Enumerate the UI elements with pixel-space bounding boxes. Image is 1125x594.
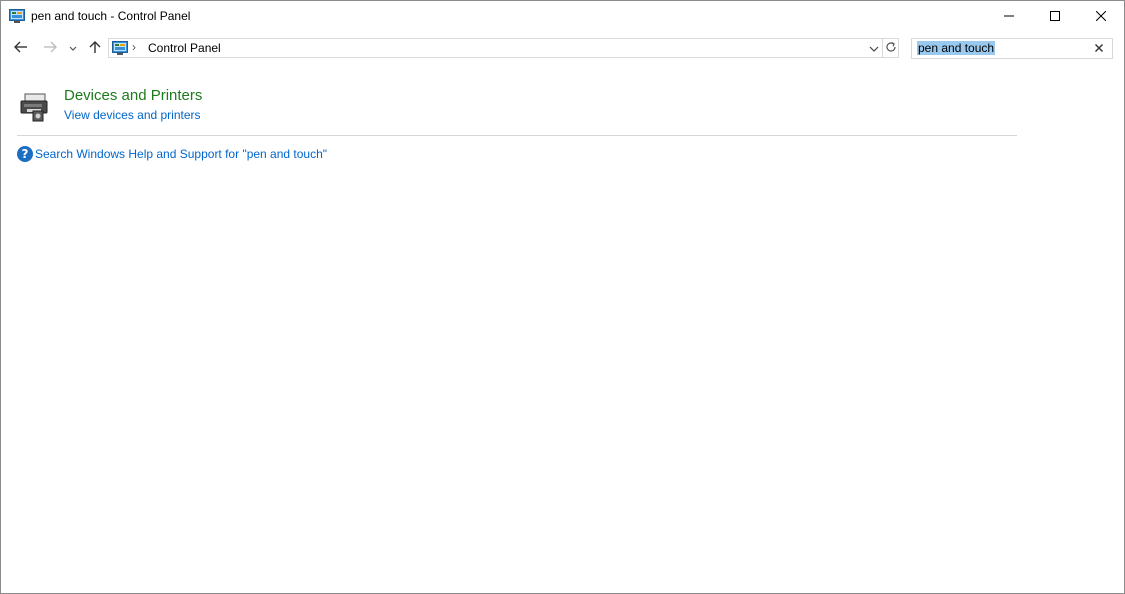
divider bbox=[17, 135, 1017, 136]
forward-button[interactable] bbox=[39, 38, 61, 58]
refresh-button[interactable] bbox=[882, 39, 899, 57]
address-history-button[interactable] bbox=[866, 39, 882, 57]
help-search-link[interactable]: Search Windows Help and Support for "pen… bbox=[35, 147, 327, 161]
navigation-bar: › Control Panel pen and touch bbox=[1, 32, 1124, 65]
arrow-up-icon bbox=[89, 40, 101, 57]
search-results-pane: Devices and Printers View devices and pr… bbox=[1, 65, 1124, 593]
help-icon: ? bbox=[17, 145, 33, 162]
close-button[interactable] bbox=[1078, 1, 1124, 32]
search-clear-button[interactable] bbox=[1092, 41, 1106, 55]
breadcrumb-separator[interactable]: › bbox=[132, 40, 136, 54]
maximize-button[interactable] bbox=[1032, 1, 1078, 32]
result-title-devices-and-printers[interactable]: Devices and Printers bbox=[64, 87, 202, 104]
result-link-view-devices[interactable]: View devices and printers bbox=[64, 108, 201, 122]
breadcrumb-control-panel[interactable]: Control Panel bbox=[148, 41, 221, 55]
control-panel-icon bbox=[112, 41, 128, 55]
minimize-button[interactable] bbox=[986, 1, 1032, 32]
arrow-left-icon bbox=[14, 41, 28, 56]
chevron-down-icon bbox=[69, 41, 77, 55]
control-panel-window: pen and touch - Control Panel › Control … bbox=[0, 0, 1125, 594]
recent-locations-button[interactable] bbox=[66, 38, 80, 58]
address-bar[interactable]: › Control Panel bbox=[108, 38, 899, 58]
back-button[interactable] bbox=[10, 38, 32, 58]
search-box[interactable]: pen and touch bbox=[911, 38, 1113, 59]
title-bar[interactable]: pen and touch - Control Panel bbox=[1, 1, 1124, 32]
arrow-right-icon bbox=[43, 41, 57, 56]
maximize-icon bbox=[1050, 10, 1060, 24]
close-icon bbox=[1095, 10, 1107, 24]
chevron-down-icon bbox=[869, 41, 879, 55]
control-panel-icon bbox=[9, 9, 25, 23]
close-icon bbox=[1095, 41, 1103, 55]
up-button[interactable] bbox=[85, 38, 105, 58]
minimize-icon bbox=[1004, 10, 1014, 24]
search-input[interactable]: pen and touch bbox=[917, 41, 996, 55]
refresh-icon bbox=[885, 41, 897, 56]
window-title: pen and touch - Control Panel bbox=[31, 9, 191, 23]
devices-and-printers-icon[interactable] bbox=[19, 91, 53, 123]
help-search-row[interactable]: ? Search Windows Help and Support for "p… bbox=[17, 145, 327, 162]
